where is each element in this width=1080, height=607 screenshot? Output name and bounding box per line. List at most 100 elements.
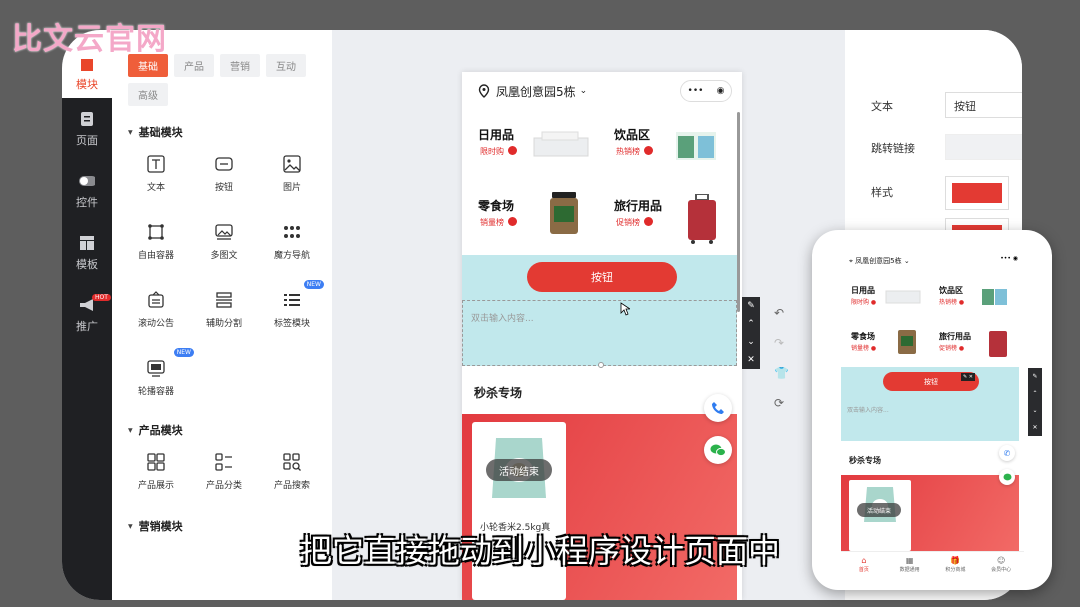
module-image[interactable]: 图片 bbox=[258, 154, 326, 222]
prop-style-color[interactable] bbox=[945, 176, 1009, 210]
module-free-container[interactable]: 自由容器 bbox=[122, 222, 190, 290]
module-label: 轮播容器 bbox=[137, 387, 174, 397]
product-module-grid: 产品展示 产品分类 产品搜索 bbox=[112, 452, 332, 520]
preview-ended-badge: 活动结束 bbox=[857, 503, 901, 517]
refresh-icon[interactable]: ⟳ bbox=[774, 396, 789, 410]
move-down-icon[interactable]: ⌄ bbox=[747, 337, 755, 347]
module-multi-image-text[interactable]: 多图文 bbox=[190, 222, 258, 290]
dropped-button[interactable]: 按钮 bbox=[527, 262, 677, 292]
rail-label: 页面 bbox=[76, 133, 98, 147]
text-module-placeholder[interactable]: 双击输入内容... bbox=[462, 300, 737, 366]
category-tag: 促销榜 bbox=[616, 217, 653, 228]
preview-tag: 限时购 ● bbox=[851, 299, 877, 306]
mouse-cursor-icon bbox=[620, 302, 630, 316]
rail-item-controls[interactable]: 控件 bbox=[62, 160, 112, 222]
design-canvas-phone: 凤凰创意园5栋 ⌄ ••• ◉ 日用品 限时购 饮品区 热销榜 零食场 销量榜 旅… bbox=[462, 72, 742, 600]
module-carousel[interactable]: NEW 轮播容器 bbox=[122, 348, 194, 426]
redo-icon[interactable]: ↷ bbox=[774, 336, 789, 350]
location-label[interactable]: 凤凰创意园5栋 bbox=[496, 83, 576, 100]
module-text[interactable]: 文本 bbox=[122, 154, 190, 222]
category-name[interactable]: 零食场 bbox=[478, 197, 514, 214]
multi-image-text-icon bbox=[214, 222, 234, 242]
text-icon bbox=[146, 154, 166, 174]
preview-text-bg bbox=[841, 397, 1019, 441]
phone-call-button[interactable] bbox=[704, 394, 732, 422]
preview-capsule: ••• ◉ bbox=[1000, 255, 1018, 262]
mini-program-capsule[interactable]: ••• ◉ bbox=[680, 80, 732, 102]
delete-icon[interactable]: ✕ bbox=[747, 355, 755, 365]
module-tag[interactable]: NEW 标签模块 bbox=[258, 280, 326, 358]
tab-product[interactable]: 产品 bbox=[174, 54, 214, 77]
module-label: 滚动公告 bbox=[137, 319, 174, 329]
tag-text: 促销榜 bbox=[616, 218, 640, 227]
preview-image-luggage bbox=[989, 331, 1007, 357]
arrow-dot-icon bbox=[644, 146, 653, 155]
undo-icon[interactable]: ↶ bbox=[774, 306, 789, 320]
seckill-product-card[interactable] bbox=[472, 422, 566, 600]
preview-wechat-button bbox=[999, 469, 1015, 485]
preview-category: 零食场 bbox=[851, 332, 875, 341]
phone-icon bbox=[712, 402, 724, 414]
module-product-category[interactable]: 产品分类 bbox=[190, 452, 258, 520]
tab-advanced[interactable]: 高级 bbox=[128, 83, 168, 106]
category-name[interactable]: 日用品 bbox=[478, 126, 514, 143]
preview-category: 日用品 bbox=[851, 286, 875, 295]
hot-badge: HOT bbox=[92, 294, 111, 301]
video-caption: 把它直接拖动到小程序设计页面中 bbox=[299, 532, 780, 570]
module-product-display[interactable]: 产品展示 bbox=[122, 452, 190, 520]
image-icon bbox=[282, 154, 302, 174]
tag-text: 销量榜 bbox=[851, 345, 870, 352]
prop-link-input[interactable] bbox=[945, 134, 1022, 160]
prop-text-input[interactable]: 按钮 bbox=[945, 92, 1022, 118]
preview-tag: 销量榜 ● bbox=[851, 345, 877, 352]
preview-phone-button: ✆ bbox=[999, 445, 1015, 461]
module-toolbar: ✎ ⌃ ⌄ ✕ bbox=[742, 297, 760, 369]
mini-program-header: 凤凰创意园5栋 ⌄ ••• ◉ bbox=[462, 72, 742, 110]
seckill-title: 秒杀专场 bbox=[474, 386, 523, 400]
shirt-style-icon[interactable]: 👕 bbox=[774, 366, 789, 380]
rail-item-page[interactable]: 页面 bbox=[62, 98, 112, 160]
product-image-drinks bbox=[676, 132, 716, 160]
arrow-dot-icon bbox=[508, 146, 517, 155]
rail-label: 模板 bbox=[76, 257, 98, 271]
wechat-button[interactable] bbox=[704, 436, 732, 464]
module-button[interactable]: 按钮 bbox=[190, 154, 258, 222]
category-name[interactable]: 旅行用品 bbox=[614, 197, 662, 214]
arrow-dot-icon bbox=[644, 217, 653, 226]
canvas-scrollbar[interactable] bbox=[737, 112, 740, 312]
toggle-icon bbox=[79, 173, 95, 189]
tag-text: 促销榜 bbox=[939, 345, 958, 352]
product-image-snacks bbox=[550, 192, 578, 234]
more-icon[interactable]: ••• bbox=[688, 86, 704, 96]
rail-label: 模块 bbox=[76, 78, 98, 91]
module-label: 标签模块 bbox=[273, 319, 310, 329]
rail-item-template[interactable]: 模板 bbox=[62, 222, 112, 284]
category-name[interactable]: 饮品区 bbox=[614, 126, 650, 143]
preview-image-snacks bbox=[898, 330, 916, 354]
preview-text-placeholder: 双击输入内容... bbox=[847, 407, 889, 414]
section-title[interactable]: 基础模块 bbox=[112, 124, 332, 139]
preview-module-toolbar: ✎ ⌃ ⌄ ✕ bbox=[1028, 368, 1042, 436]
chevron-down-icon[interactable]: ⌄ bbox=[580, 86, 588, 96]
divider-icon bbox=[214, 290, 234, 310]
category-tag: 销量榜 bbox=[480, 217, 517, 228]
close-target-icon[interactable]: ◉ bbox=[717, 86, 725, 96]
module-label: 自由容器 bbox=[137, 251, 174, 261]
tag-text: 限时购 bbox=[480, 147, 504, 156]
button-icon bbox=[214, 154, 234, 174]
rail-item-promote[interactable]: HOT 推广 bbox=[62, 284, 112, 346]
move-up-icon[interactable]: ⌃ bbox=[747, 319, 755, 329]
product-image-daily bbox=[533, 131, 589, 157]
tab-marketing[interactable]: 营销 bbox=[220, 54, 260, 77]
basic-module-grid: 文本 按钮 图片 自由容器 多图文 魔方导航 滚动公告 辅助分割 NEW 标签模块… bbox=[112, 154, 332, 426]
edit-icon[interactable]: ✎ bbox=[747, 301, 755, 311]
event-ended-badge: 活动结束 bbox=[486, 459, 552, 481]
wechat-icon bbox=[710, 444, 726, 457]
tab-interactive[interactable]: 互动 bbox=[266, 54, 306, 77]
preview-location: 凤凰创意园5栋 bbox=[855, 257, 902, 265]
module-divider[interactable]: 辅助分割 bbox=[190, 290, 258, 358]
free-container-icon bbox=[146, 222, 166, 242]
module-product-search[interactable]: 产品搜索 bbox=[258, 452, 326, 520]
resize-handle[interactable] bbox=[598, 362, 604, 368]
canvas-tools: ↶ ↷ 👕 ⟳ bbox=[774, 306, 789, 410]
